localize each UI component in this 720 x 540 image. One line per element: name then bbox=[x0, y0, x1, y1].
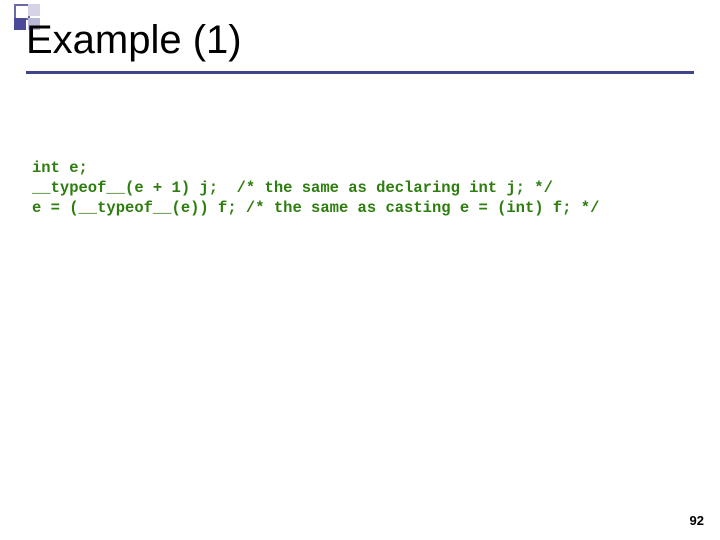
slide-title: Example (1) bbox=[26, 18, 694, 63]
code-line: int e; bbox=[32, 159, 88, 177]
code-line: e = (__typeof__(e)) f; /* the same as ca… bbox=[32, 199, 599, 217]
code-line: __typeof__(e + 1) j; /* the same as decl… bbox=[32, 179, 553, 197]
title-area: Example (1) bbox=[26, 18, 694, 74]
page-number: 92 bbox=[690, 513, 704, 528]
slide: Example (1) int e; __typeof__(e + 1) j; … bbox=[0, 0, 720, 540]
title-rule bbox=[26, 71, 694, 74]
code-block: int e; __typeof__(e + 1) j; /* the same … bbox=[32, 158, 599, 218]
